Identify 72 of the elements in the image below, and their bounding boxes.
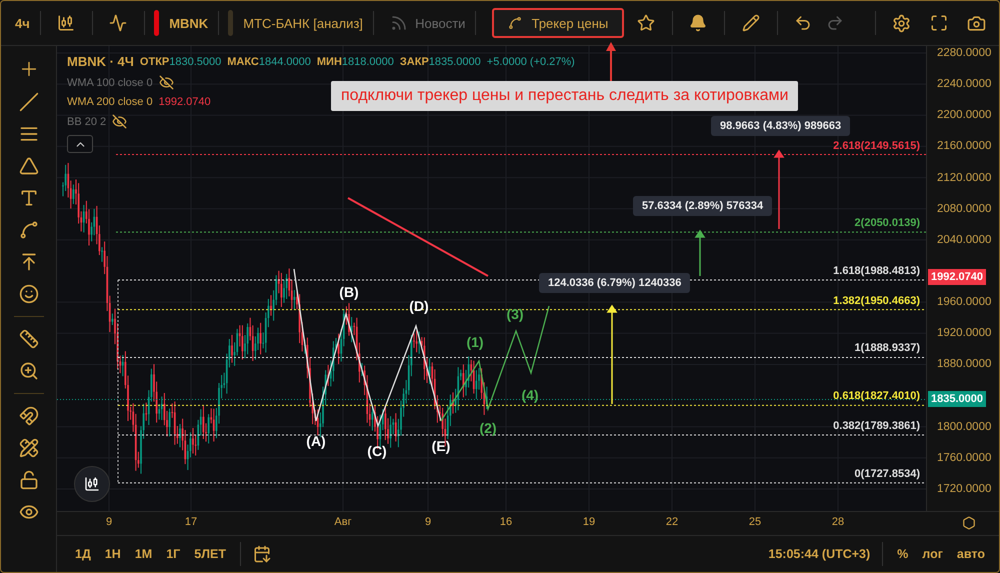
fib-level-label: 1(1888.9337) (854, 342, 920, 354)
fib-level-label: 2(2050.0139) (854, 217, 920, 230)
indicator-value: 1992.0740 (158, 96, 211, 108)
wave-label: (D) (409, 298, 429, 314)
price-badge: 1835.0000 (928, 391, 986, 408)
price-range-label: 98.9663 (4.83%) 989663 (711, 116, 850, 136)
ohlc-label: МАКС (227, 56, 259, 68)
time-tick-label: 16 (500, 516, 512, 528)
time-tick-label: 17 (184, 516, 198, 528)
scale-option-button[interactable]: % (895, 547, 910, 561)
fib-level-label: 1.618(1988.4813) (833, 264, 920, 277)
wave-label: (C) (367, 443, 387, 459)
price-tick-label: 2080.0000 (937, 202, 992, 215)
interval-button[interactable]: 4ч (15, 16, 30, 30)
price-range-label: 57.6334 (2.89%) 576334 (633, 196, 772, 216)
range-button[interactable]: 1Н (102, 547, 123, 561)
wave-label: (A) (306, 433, 326, 449)
ohlc-value: 1818.0000 (342, 56, 394, 68)
indicator-name[interactable]: BB 20 2 (67, 116, 106, 128)
fib-level-label: 0.618(1827.4010) (833, 390, 920, 402)
wave-label: (E) (432, 438, 450, 454)
wave-label: (4) (521, 387, 539, 403)
fib-level-label: 0.382(1789.3861) (833, 420, 920, 432)
price-tick-label: 1720.0000 (937, 483, 992, 496)
wave-label: (2) (479, 420, 497, 436)
wave-label: (1) (466, 334, 484, 350)
range-button[interactable]: 1М (132, 547, 154, 561)
time-tick-label: 25 (748, 516, 762, 528)
range-button[interactable]: 1Г (164, 547, 182, 561)
ohlc-label: ОТКР (140, 56, 170, 68)
wave-label: (3) (506, 306, 524, 322)
scale-option-button[interactable]: авто (954, 547, 987, 561)
fib-level-label: 2.618(2149.5615) (833, 140, 920, 152)
indicator-name[interactable]: WMA 200 close 0 (67, 96, 153, 108)
time-tick-label: 19 (582, 516, 596, 528)
price-tick-label: 1920.0000 (937, 327, 992, 340)
ohlc-label: ЗАКР (400, 56, 429, 68)
time-tick-label: Авг (334, 516, 352, 528)
price-tick-label: 2040.0000 (937, 234, 992, 246)
price-tick-label: 1800.0000 (937, 420, 992, 433)
wave-label: (B) (339, 284, 359, 300)
fib-level-label: 1.382(1950.4663) (833, 294, 920, 307)
price-range-label: 124.0336 (6.79%) 1240336 (539, 273, 690, 293)
price-tick-label: 2240.0000 (937, 78, 992, 90)
chart-title: MBNK · 4Ч (67, 54, 134, 69)
price-change: +5.0000 (+0.27%) (486, 56, 575, 68)
symbol-name[interactable]: MBNK (169, 16, 208, 30)
price-tick-label: 2120.0000 (937, 172, 992, 184)
price-tracker-button[interactable]: Трекер цены (492, 8, 624, 38)
time-tick-label: 22 (666, 516, 678, 528)
ohlc-label: МИН (316, 56, 342, 68)
price-tick-label: 2280.0000 (937, 47, 992, 59)
price-tick-label: 2200.0000 (937, 109, 992, 122)
price-tick-label: 1960.0000 (937, 296, 992, 308)
indicator-name[interactable]: WMA 100 close 0 (67, 76, 153, 88)
scale-option-button[interactable]: лог (920, 547, 945, 561)
price-tick-label: 2160.0000 (937, 140, 992, 152)
annotation-callout: подключи трекер цены и перестань следить за котировками (331, 81, 798, 111)
clock-text: 15:05:44 (UTC+3) (768, 547, 870, 561)
time-tick-label: 9 (106, 516, 112, 528)
price-tick-label: 1880.0000 (937, 358, 992, 370)
range-button[interactable]: 1Д (73, 547, 93, 561)
range-button[interactable]: 5ЛЕТ (192, 547, 228, 561)
ohlc-value: 1830.5000 (169, 56, 222, 68)
price-badge: 1992.0740 (928, 269, 986, 286)
ohlc-value: 1835.0000 (428, 56, 481, 68)
ohlc-value: 1844.0000 (258, 56, 311, 68)
analysis-link[interactable]: МТС-БАНК [анализ] (243, 16, 363, 30)
price-tick-label: 1760.0000 (937, 452, 992, 464)
time-tick-label: 28 (832, 516, 844, 528)
fib-level-label: 0(1727.8534) (854, 468, 920, 480)
time-tick-label: 9 (424, 516, 432, 528)
